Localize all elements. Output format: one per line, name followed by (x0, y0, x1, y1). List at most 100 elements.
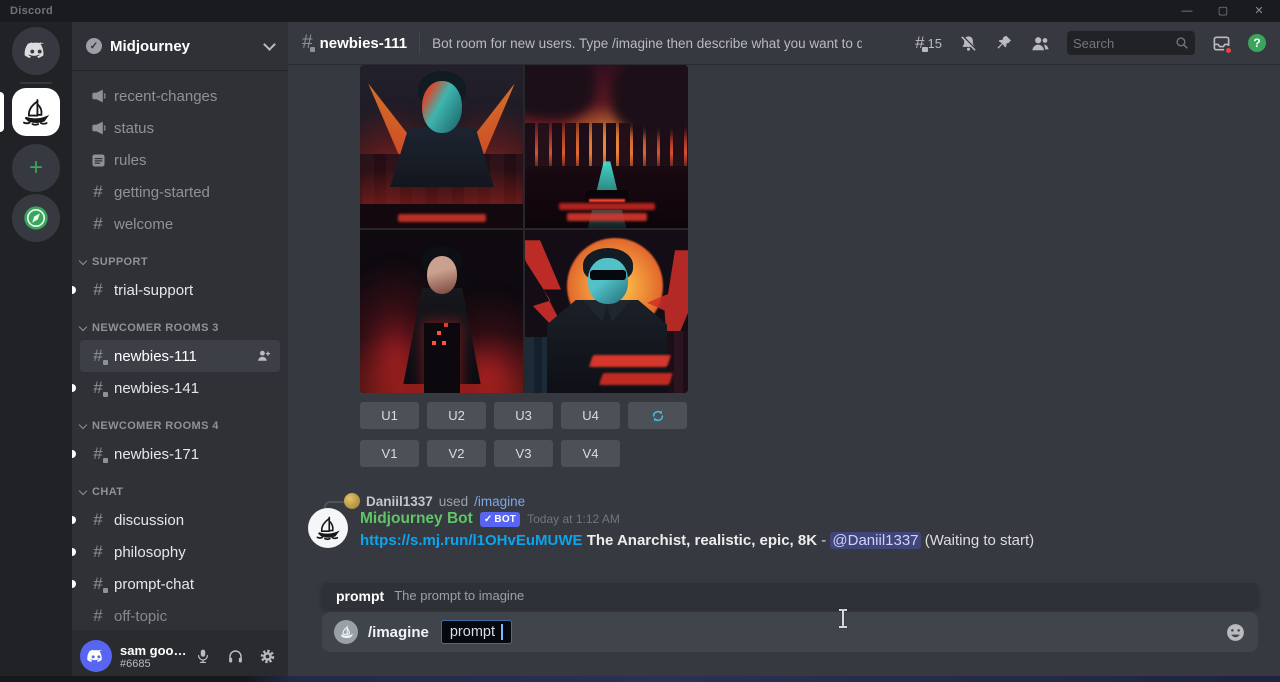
command-option-popup[interactable]: prompt The prompt to imagine (322, 583, 1258, 608)
discord-home-button[interactable] (12, 27, 60, 75)
server-header[interactable]: ✓ Midjourney (72, 22, 288, 70)
message-timestamp: Today at 1:12 AM (527, 512, 620, 526)
emoji-picker-button[interactable] (1225, 622, 1246, 643)
upscale-u2-button[interactable]: U2 (427, 402, 486, 429)
channel-prompt-chat[interactable]: # prompt-chat (80, 568, 280, 600)
generated-image-3[interactable] (360, 230, 523, 393)
notifications-muted-button[interactable] (959, 34, 978, 53)
variation-button-row: V1 V2 V3 V4 (360, 440, 620, 467)
bot-avatar[interactable] (308, 508, 348, 548)
help-button[interactable]: ? (1248, 34, 1266, 52)
channel-name: rules (114, 152, 272, 169)
active-command-label: /imagine (368, 624, 429, 641)
category-label: SUPPORT (92, 256, 148, 268)
unread-indicator (72, 580, 76, 588)
hash-members-icon: # (302, 32, 313, 54)
chevron-down-icon (79, 257, 87, 265)
pinned-messages-button[interactable] (995, 34, 1013, 52)
hash-icon: # (88, 510, 108, 530)
taskbar-sliver (0, 676, 1280, 682)
upscale-u3-button[interactable]: U3 (494, 402, 553, 429)
reply-author-name[interactable]: Daniil1337 (366, 494, 433, 509)
generated-image-2[interactable] (525, 65, 688, 228)
channel-newbies-141[interactable]: # newbies-141 (80, 372, 280, 404)
unread-indicator (72, 548, 76, 556)
reroll-button[interactable] (628, 402, 687, 429)
option-description: The prompt to imagine (394, 588, 524, 603)
text-caret (501, 624, 503, 640)
user-discriminator: #6685 (120, 658, 192, 670)
category-chat[interactable]: CHAT (72, 480, 288, 504)
threads-button[interactable]: # 15 (915, 33, 942, 53)
prompt-option-field[interactable]: prompt (441, 620, 512, 644)
variation-v4-button[interactable]: V4 (561, 440, 620, 467)
search-box[interactable] (1067, 31, 1195, 55)
search-input[interactable] (1073, 36, 1175, 51)
channel-rules[interactable]: rules (80, 144, 280, 176)
channel-name: newbies-141 (114, 380, 272, 397)
generated-image-4[interactable] (525, 230, 688, 393)
channel-recent-changes[interactable]: recent-changes (80, 80, 280, 112)
chat-area: U1 U2 U3 U4 V1 V2 V3 (288, 64, 1280, 682)
megaphone-icon (88, 120, 108, 136)
unread-indicator (72, 286, 76, 294)
channel-trial-support[interactable]: # trial-support (80, 274, 280, 306)
variation-v1-button[interactable]: V1 (360, 440, 419, 467)
upscale-u4-button[interactable]: U4 (561, 402, 620, 429)
maximize-button[interactable]: ▢ (1212, 0, 1234, 22)
separator-text: - (821, 532, 826, 549)
headphones-button[interactable] (224, 645, 246, 667)
category-support[interactable]: SUPPORT (72, 250, 288, 274)
generated-image-1[interactable] (360, 65, 523, 228)
status-text: (Waiting to start) (925, 532, 1034, 549)
megaphone-icon (88, 88, 108, 104)
channel-list: recent-changes status rules # getting-st… (72, 70, 288, 630)
bot-username[interactable]: Midjourney Bot (360, 510, 473, 528)
microphone-button[interactable] (192, 645, 214, 667)
upscale-button-row: U1 U2 U3 U4 (360, 402, 687, 429)
message-input-bar[interactable]: /imagine prompt (322, 612, 1258, 652)
channel-topic[interactable]: Bot room for new users. Type /imagine th… (432, 36, 862, 51)
header-divider (419, 32, 420, 54)
add-server-button[interactable]: + (12, 144, 60, 192)
category-newcomer-rooms-3[interactable]: NEWCOMER ROOMS 3 (72, 316, 288, 340)
unread-indicator (72, 516, 76, 524)
close-button[interactable]: ✕ (1248, 0, 1270, 22)
reply-context: Daniil1337 used /imagine (344, 493, 525, 509)
channel-newbies-171[interactable]: # newbies-171 (80, 438, 280, 470)
channel-philosophy[interactable]: # philosophy (80, 536, 280, 568)
settings-gear-button[interactable] (256, 645, 278, 667)
user-avatar[interactable] (80, 640, 112, 672)
compass-icon (22, 204, 50, 232)
variation-v2-button[interactable]: V2 (427, 440, 486, 467)
channel-off-topic[interactable]: # off-topic (80, 600, 280, 630)
explore-servers-button[interactable] (12, 194, 60, 242)
prompt-image-link[interactable]: https://s.mj.run/l1OHvEuMUWE (360, 532, 583, 549)
channel-welcome[interactable]: # welcome (80, 208, 280, 240)
option-name: prompt (336, 588, 384, 604)
channel-getting-started[interactable]: # getting-started (80, 176, 280, 208)
upscale-u1-button[interactable]: U1 (360, 402, 419, 429)
channel-name: trial-support (114, 282, 272, 299)
user-info[interactable]: sam good... #6685 (120, 643, 192, 670)
minimize-button[interactable]: — (1176, 0, 1198, 22)
inbox-button[interactable] (1212, 34, 1231, 53)
category-label: CHAT (92, 486, 123, 498)
create-invite-icon[interactable] (256, 348, 272, 364)
generated-image-grid[interactable] (360, 65, 688, 393)
hash-members-icon: # (88, 444, 108, 464)
member-list-button[interactable] (1030, 34, 1050, 52)
slash-command-link[interactable]: /imagine (474, 494, 525, 509)
midjourney-sailboat-icon (19, 95, 53, 129)
channel-discussion[interactable]: # discussion (80, 504, 280, 536)
command-bot-avatar (334, 620, 358, 644)
inbox-badge (1224, 46, 1233, 55)
variation-v3-button[interactable]: V3 (494, 440, 553, 467)
channel-newbies-111[interactable]: # newbies-111 (80, 340, 280, 372)
midjourney-server-button[interactable] (12, 88, 60, 136)
plus-icon: + (29, 154, 43, 182)
category-newcomer-rooms-4[interactable]: NEWCOMER ROOMS 4 (72, 414, 288, 438)
user-mention[interactable]: @Daniil1337 (830, 532, 920, 549)
channel-status[interactable]: status (80, 112, 280, 144)
reply-author-avatar[interactable] (344, 493, 360, 509)
